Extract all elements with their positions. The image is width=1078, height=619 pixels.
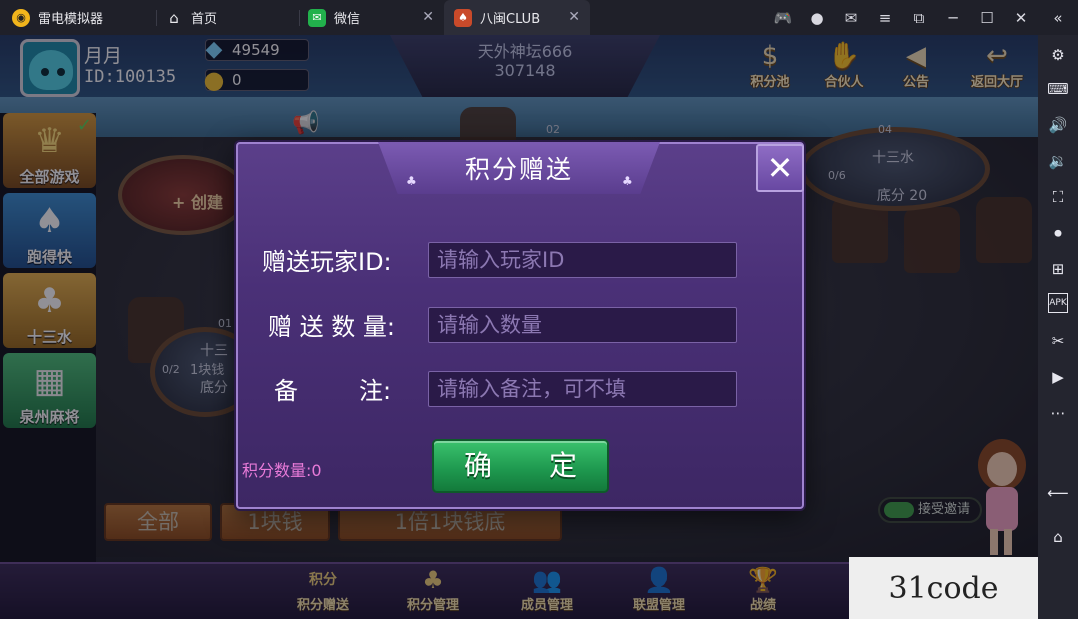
tab-home-label: 首页 <box>191 12 218 27</box>
amount-input[interactable] <box>428 307 737 343</box>
points-gift-dialog: 积分赠送 ♣ ♣ ✕ 赠送玩家ID: 赠 送 数 量: 备 注: 积分数量:0 … <box>236 142 804 509</box>
player-id-input[interactable] <box>428 242 737 278</box>
close-tab-wechat-icon[interactable]: ✕ <box>422 9 434 25</box>
gamepad-icon[interactable]: 🎮 <box>766 0 800 35</box>
mail-icon[interactable]: ✉ <box>834 0 868 35</box>
tab-game[interactable]: ♠ 八闽CLUB ✕ <box>444 0 590 35</box>
screenshot-icon[interactable]: ⛶ <box>1046 185 1070 209</box>
confirm-button[interactable]: 确 定 <box>432 439 609 493</box>
maximize-icon[interactable]: ☐ <box>970 0 1004 35</box>
remark-label: 备 注: <box>274 377 392 405</box>
collapse-icon[interactable]: « <box>1038 0 1078 35</box>
game-app-icon: ♠ <box>454 8 472 27</box>
volume-up-icon[interactable]: 🔊 <box>1046 113 1070 137</box>
settings-icon[interactable]: ⚙ <box>1046 43 1070 67</box>
user-icon[interactable]: ● <box>800 0 834 35</box>
tab-game-label: 八闽CLUB <box>480 12 541 27</box>
remark-input[interactable] <box>428 371 737 407</box>
apk-icon[interactable]: APK <box>1048 293 1068 313</box>
player-id-label: 赠送玩家ID: <box>262 248 392 276</box>
add-window-icon[interactable]: ⊞ <box>1046 257 1070 281</box>
more-icon[interactable]: ⋯ <box>1046 401 1070 425</box>
amount-label: 赠 送 数 量: <box>268 313 395 341</box>
video-icon[interactable]: ▶ <box>1046 365 1070 389</box>
emulator-titlebar: ◉ 雷电模拟器 ⌂ 首页 ✉ 微信 ✕ ♠ 八闽CLUB ✕ 🎮 ● ✉ ≡ ⧉… <box>0 0 1078 35</box>
close-icon[interactable]: ✕ <box>1004 0 1038 35</box>
emulator-app-name: 雷电模拟器 <box>38 12 104 27</box>
dialog-title: 积分赠送 <box>464 155 573 184</box>
wechat-icon: ✉ <box>308 8 326 27</box>
close-tab-game-icon[interactable]: ✕ <box>568 9 580 25</box>
watermark: 31code <box>849 557 1038 619</box>
scissors-icon[interactable]: ✂ <box>1046 329 1070 353</box>
window-controls: 🎮 ● ✉ ≡ ⧉ ─ ☐ ✕ « <box>766 0 1078 35</box>
club-suit-left-icon: ♣ <box>406 174 417 188</box>
menu-icon[interactable]: ≡ <box>868 0 902 35</box>
minimize-icon[interactable]: ─ <box>936 0 970 35</box>
volume-down-icon[interactable]: 🔉 <box>1046 149 1070 173</box>
back-icon[interactable]: ⟵ <box>1046 481 1070 505</box>
tab-home[interactable]: ⌂ 首页 <box>157 0 299 35</box>
tab-wechat-label: 微信 <box>334 12 361 27</box>
score-amount-label: 积分数量:0 <box>242 461 322 480</box>
home-icon[interactable]: ⌂ <box>1046 525 1070 549</box>
club-suit-right-icon: ♣ <box>622 174 633 188</box>
popout-icon[interactable]: ⧉ <box>902 0 936 35</box>
record-icon[interactable]: ⏺ <box>1046 221 1070 245</box>
emulator-sidebar: ⚙ ⌨ 🔊 🔉 ⛶ ⏺ ⊞ APK ✂ ▶ ⋯ ⟵ ⌂ <box>1038 35 1078 619</box>
home-icon: ⌂ <box>169 8 179 27</box>
emulator-logo-icon: ◉ <box>12 8 30 27</box>
keyboard-icon[interactable]: ⌨ <box>1046 77 1070 101</box>
dialog-close-button[interactable]: ✕ <box>756 144 804 192</box>
emulator-app-title: ◉ 雷电模拟器 <box>0 0 156 35</box>
tab-wechat[interactable]: ✉ 微信 ✕ <box>300 0 444 35</box>
close-x-icon: ✕ <box>766 149 794 187</box>
